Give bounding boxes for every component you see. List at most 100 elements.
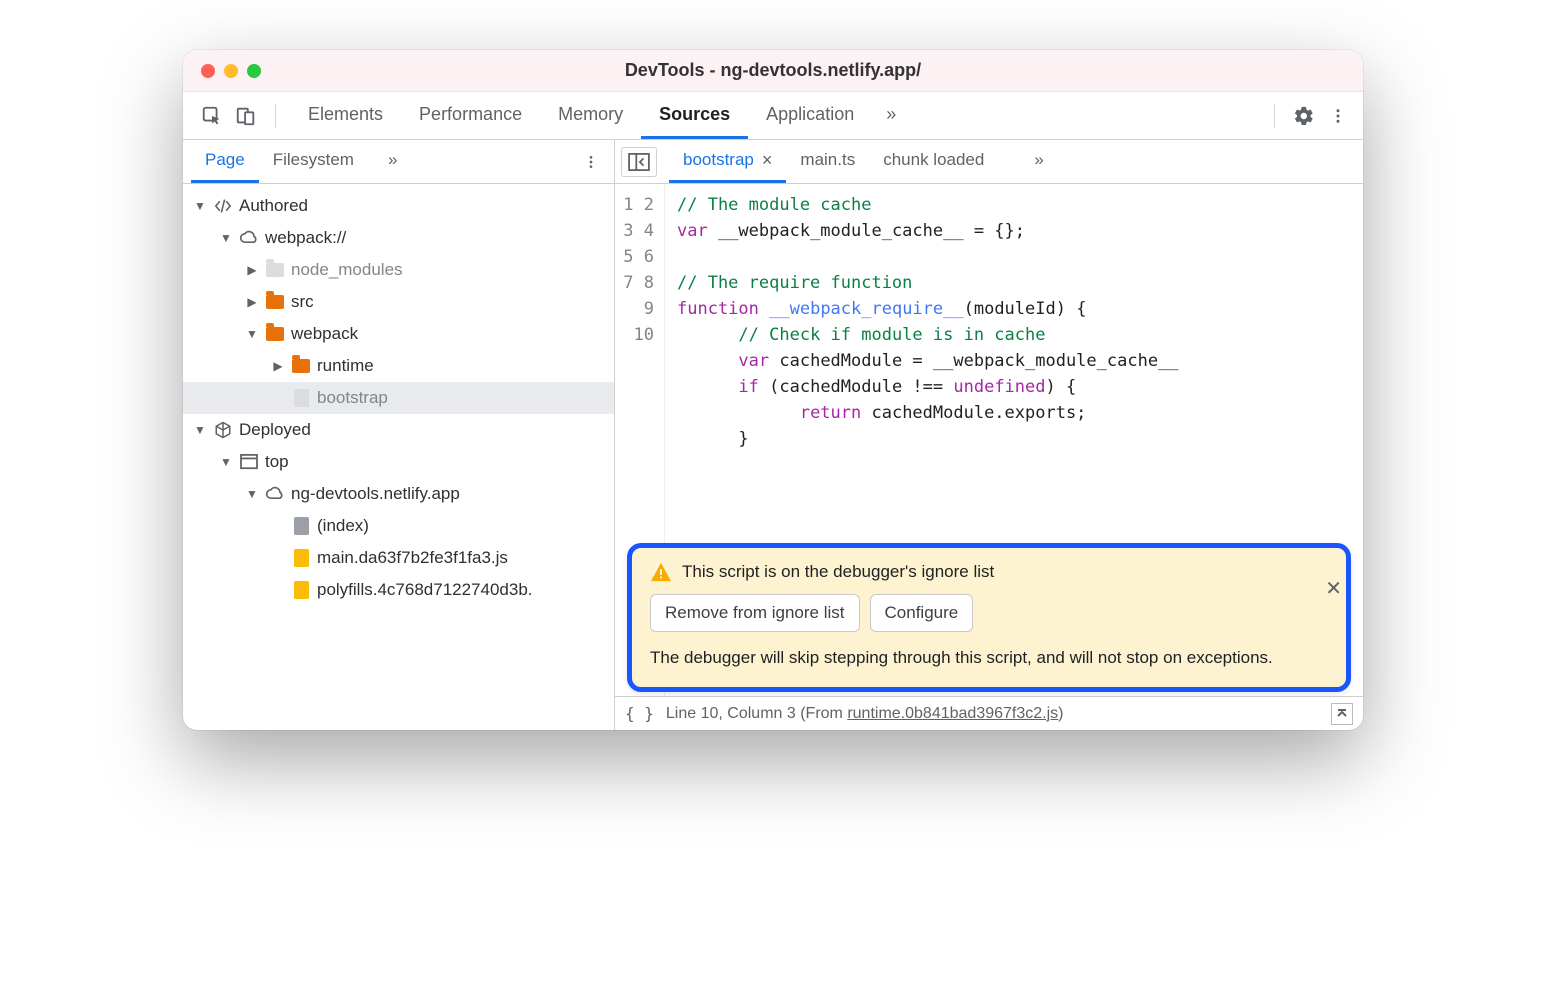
devtools-window: DevTools - ng-devtools.netlify.app/ Elem…: [183, 50, 1363, 730]
tree-item-label: main.da63f7b2fe3f1fa3.js: [317, 548, 508, 568]
tree-item-label: webpack: [291, 324, 358, 344]
frame-icon: [239, 452, 259, 472]
kebab-menu-icon[interactable]: [1323, 101, 1353, 131]
tree-item[interactable]: ▶ node_modules: [183, 254, 614, 286]
minimize-window-button[interactable]: [224, 64, 238, 78]
chevron-down-icon[interactable]: ▼: [193, 423, 207, 437]
chevron-down-icon[interactable]: ▼: [245, 327, 259, 341]
cloud-icon: [265, 484, 285, 504]
source-link[interactable]: runtime.0b841bad3967f3c2.js: [847, 705, 1058, 722]
file-tab-label: main.ts: [800, 150, 855, 170]
panel-tab-memory[interactable]: Memory: [540, 92, 641, 139]
navigator-tab-page[interactable]: Page: [191, 140, 259, 183]
gear-icon[interactable]: [1289, 101, 1319, 131]
file-icon: [291, 388, 311, 408]
tree-item[interactable]: bootstrap: [183, 382, 614, 414]
tree-item-label: (index): [317, 516, 369, 536]
navigator-panel: PageFilesystem » ▼ Authored ▼ webpack:// ▶ no…: [183, 140, 615, 730]
file-tab-label: chunk loaded: [883, 150, 984, 170]
tree-item-label: src: [291, 292, 314, 312]
panel-tab-application[interactable]: Application: [748, 92, 872, 139]
tree-item-label: top: [265, 452, 289, 472]
tree-item[interactable]: ▼ top: [183, 446, 614, 478]
tree-item-label: webpack://: [265, 228, 346, 248]
editor-file-tabs: bootstrap × main.ts chunk loaded »: [615, 140, 1363, 184]
tree-item-label: Authored: [239, 196, 308, 216]
cloud-icon: [239, 228, 259, 248]
titlebar: DevTools - ng-devtools.netlify.app/: [183, 50, 1363, 92]
file-tabs-overflow[interactable]: »: [1020, 140, 1057, 183]
tree-item-label: Deployed: [239, 420, 311, 440]
panel-tabs: ElementsPerformanceMemorySourcesApplicat…: [290, 92, 872, 139]
folder-icon: [291, 356, 311, 376]
tree-item[interactable]: ▼ Authored: [183, 190, 614, 222]
panel-tabs-overflow[interactable]: »: [876, 92, 906, 139]
file-icon: [291, 516, 311, 536]
folder-icon: [265, 324, 285, 344]
editor-panel: bootstrap×main.tschunk loaded » 1 2 3 4 …: [615, 140, 1363, 730]
navigator-tabs: PageFilesystem »: [183, 140, 614, 184]
tree-item[interactable]: ▼ webpack: [183, 318, 614, 350]
tree-item-label: node_modules: [291, 260, 403, 280]
cube-icon: [213, 420, 233, 440]
cursor-location: Line 10, Column 3 (From runtime.0b841bad…: [666, 705, 1064, 723]
panel-tab-performance[interactable]: Performance: [401, 92, 540, 139]
toolbar-divider: [275, 104, 276, 128]
chevron-right-icon[interactable]: ▶: [245, 263, 259, 277]
pretty-print-icon[interactable]: { }: [625, 704, 654, 723]
chevron-down-icon[interactable]: ▼: [193, 199, 207, 213]
configure-button[interactable]: Configure: [870, 594, 974, 632]
chevron-right-icon[interactable]: ▶: [245, 295, 259, 309]
traffic-lights: [201, 64, 261, 78]
folder-icon: [265, 292, 285, 312]
main-area: PageFilesystem » ▼ Authored ▼ webpack:// ▶ no…: [183, 140, 1363, 730]
navigator-tabs-overflow[interactable]: »: [374, 140, 411, 183]
file-tab[interactable]: main.ts: [786, 140, 869, 183]
ignore-list-infobar: This script is on the debugger's ignore …: [627, 543, 1351, 692]
panel-tab-sources[interactable]: Sources: [641, 92, 748, 139]
tree-item-label: ng-devtools.netlify.app: [291, 484, 460, 504]
tree-item[interactable]: ▼ ng-devtools.netlify.app: [183, 478, 614, 510]
tree-item[interactable]: ▶ runtime: [183, 350, 614, 382]
chevron-down-icon[interactable]: ▼: [245, 487, 259, 501]
zoom-window-button[interactable]: [247, 64, 261, 78]
tree-item[interactable]: (index): [183, 510, 614, 542]
file-tree[interactable]: ▼ Authored ▼ webpack:// ▶ node_modules ▶ src ▼ we…: [183, 184, 614, 730]
editor-statusbar: { } Line 10, Column 3 (From runtime.0b84…: [615, 696, 1363, 730]
file-tab[interactable]: chunk loaded: [869, 140, 998, 183]
tree-item-label: polyfills.4c768d7122740d3b.: [317, 580, 533, 600]
file-tab[interactable]: bootstrap ×: [669, 140, 786, 183]
close-icon[interactable]: ✕: [1325, 576, 1342, 601]
file-tab-label: bootstrap: [683, 150, 754, 170]
chevron-down-icon[interactable]: ▼: [219, 455, 233, 469]
toggle-navigator-icon[interactable]: [621, 147, 657, 177]
main-toolbar: ElementsPerformanceMemorySourcesApplicat…: [183, 92, 1363, 140]
tree-item-label: bootstrap: [317, 388, 388, 408]
warning-icon: [650, 562, 672, 582]
toolbar-divider: [1274, 104, 1275, 128]
chevron-right-icon[interactable]: ▶: [271, 359, 285, 373]
tree-item-label: runtime: [317, 356, 374, 376]
file-icon: [291, 548, 311, 568]
window-title: DevTools - ng-devtools.netlify.app/: [183, 60, 1363, 81]
collapse-icon[interactable]: [1331, 703, 1353, 725]
chevron-down-icon[interactable]: ▼: [219, 231, 233, 245]
remove-from-ignore-list-button[interactable]: Remove from ignore list: [650, 594, 860, 632]
infobar-description: The debugger will skip stepping through …: [650, 646, 1328, 671]
panel-tab-elements[interactable]: Elements: [290, 92, 401, 139]
tree-item[interactable]: main.da63f7b2fe3f1fa3.js: [183, 542, 614, 574]
file-icon: [291, 580, 311, 600]
infobar-title: This script is on the debugger's ignore …: [682, 562, 994, 582]
close-icon[interactable]: ×: [762, 150, 773, 171]
tree-item[interactable]: ▶ src: [183, 286, 614, 318]
tree-item[interactable]: ▼ Deployed: [183, 414, 614, 446]
tree-item[interactable]: polyfills.4c768d7122740d3b.: [183, 574, 614, 606]
inspect-icon[interactable]: [197, 101, 227, 131]
code-icon: [213, 196, 233, 216]
device-toggle-icon[interactable]: [231, 101, 261, 131]
navigator-kebab-icon[interactable]: [576, 154, 606, 170]
close-window-button[interactable]: [201, 64, 215, 78]
navigator-tab-filesystem[interactable]: Filesystem: [259, 140, 368, 183]
folder-icon: [265, 260, 285, 280]
tree-item[interactable]: ▼ webpack://: [183, 222, 614, 254]
